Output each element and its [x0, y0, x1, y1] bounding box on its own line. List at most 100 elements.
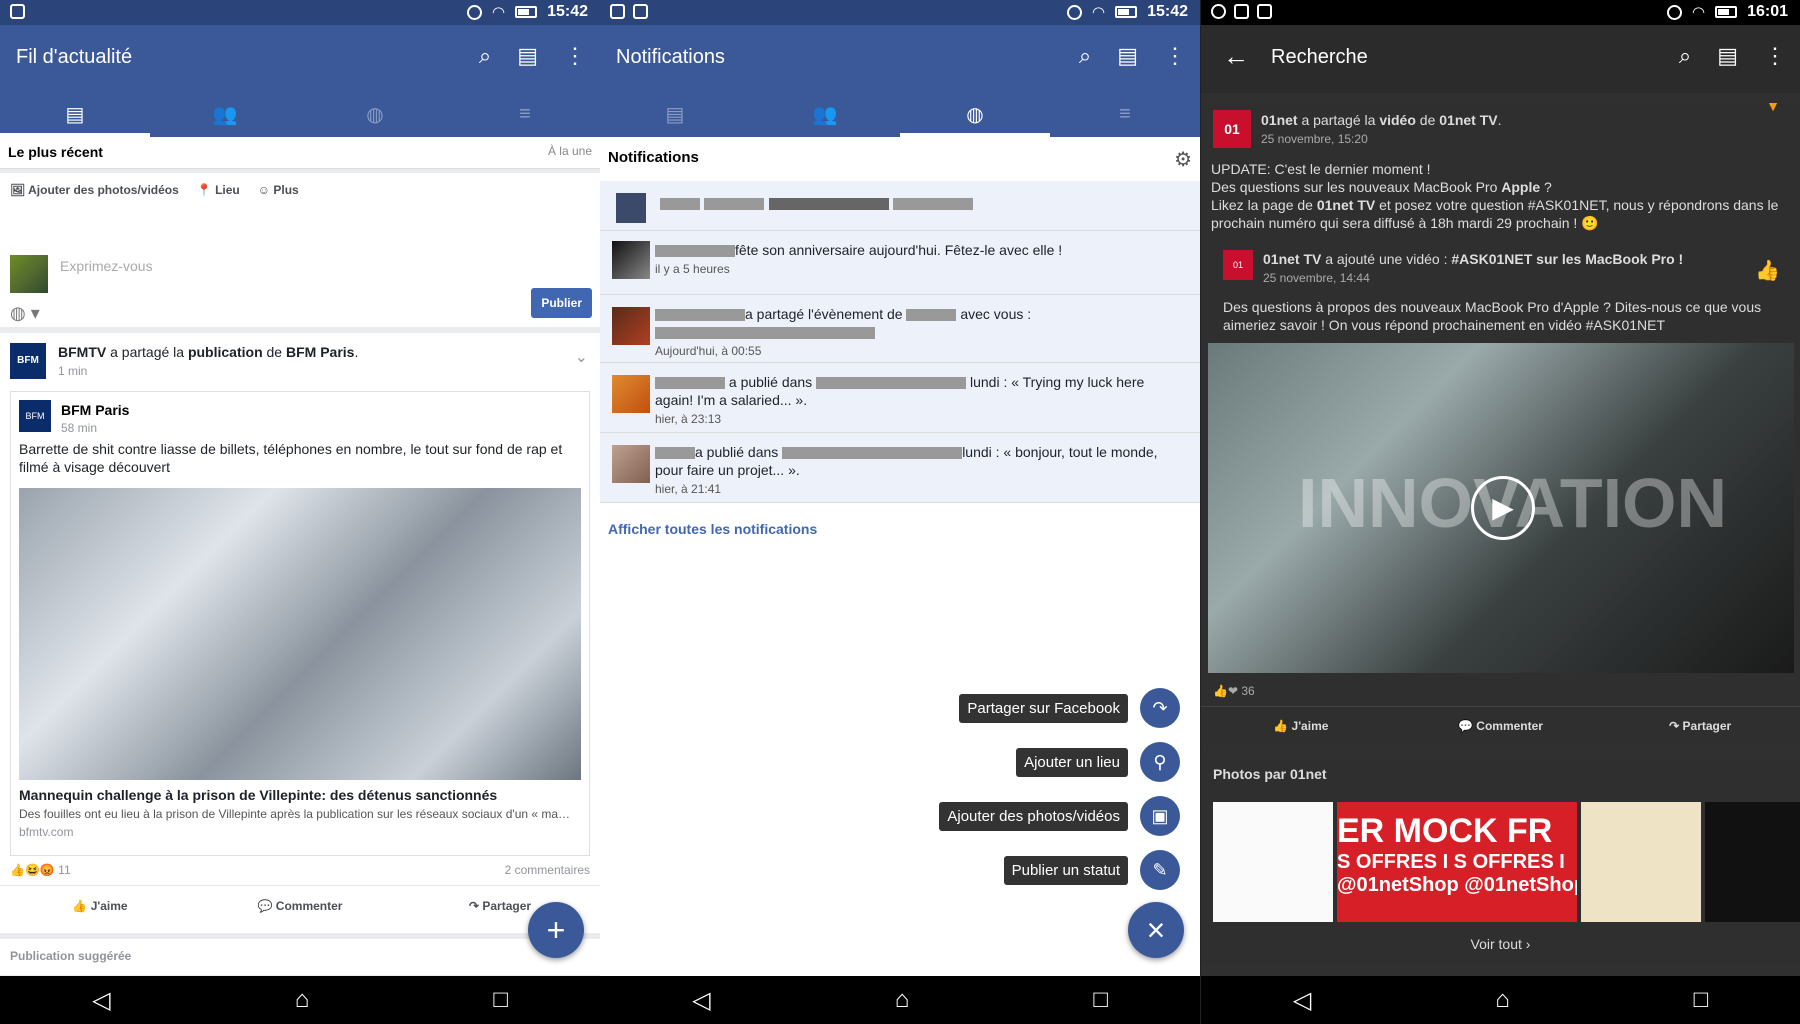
- photo-icon[interactable]: ▣: [1140, 796, 1180, 836]
- tab-friends[interactable]: 👥: [750, 91, 900, 137]
- tab-friends[interactable]: 👥: [150, 91, 300, 137]
- compose-icon[interactable]: ✎: [1140, 850, 1180, 890]
- back-icon[interactable]: ◁: [692, 986, 710, 1015]
- post-date: 25 novembre, 15:20: [1261, 132, 1368, 146]
- photo-thumb[interactable]: [1581, 802, 1701, 922]
- system-navbar: ◁ ⌂ □: [0, 976, 600, 1024]
- promo-text: S OFFRES I S OFFRES I: [1337, 851, 1565, 873]
- compose-fab[interactable]: +: [528, 902, 584, 958]
- recents-icon[interactable]: □: [1093, 986, 1108, 1014]
- place-button[interactable]: 📍 Lieu: [197, 183, 240, 197]
- wifi-icon: ◠: [491, 4, 506, 21]
- back-arrow-icon[interactable]: ←: [1223, 41, 1249, 72]
- reactions[interactable]: 👍😆😡 11: [10, 863, 71, 877]
- photo-thumb[interactable]: [1705, 802, 1800, 922]
- photo-thumb[interactable]: [1213, 802, 1333, 922]
- inner-author[interactable]: BFM Paris: [61, 402, 129, 418]
- search-icon[interactable]: ⌕: [479, 43, 491, 69]
- mention[interactable]: 01net TV: [1317, 197, 1375, 213]
- post-source[interactable]: BFM Paris: [286, 344, 354, 360]
- gear-icon[interactable]: ⚙: [1174, 147, 1192, 172]
- composer: 🖼 Ajouter des photos/vidéos 📍 Lieu ☺ Plu…: [0, 173, 600, 327]
- app-bar: ← Recherche ⌕ ▤ ⋮: [1201, 25, 1800, 93]
- search-icon[interactable]: ⌕: [1679, 43, 1691, 69]
- post-image[interactable]: [19, 488, 581, 780]
- home-icon[interactable]: ⌂: [295, 986, 310, 1014]
- privacy-icon[interactable]: ◍ ▾: [10, 303, 40, 324]
- close-fab[interactable]: ×: [1128, 902, 1184, 958]
- tab-notifications[interactable]: ◍: [900, 91, 1050, 137]
- add-place-item[interactable]: Ajouter un lieu ⚲: [1016, 742, 1180, 782]
- tab-notifications[interactable]: ◍: [300, 91, 450, 137]
- video-thumbnail[interactable]: INNOVATION ▶: [1208, 343, 1794, 673]
- avatar: [612, 307, 650, 345]
- publish-status-item[interactable]: Publier un statut ✎: [1003, 850, 1180, 890]
- share-on-facebook-item[interactable]: Partager sur Facebook ↷: [959, 688, 1180, 728]
- mention[interactable]: Apple: [1501, 179, 1540, 195]
- image-icon: [610, 4, 625, 19]
- home-icon[interactable]: ⌂: [895, 986, 910, 1014]
- share-button[interactable]: ↷ Partager: [1600, 707, 1800, 746]
- sort-right[interactable]: À la une: [548, 144, 592, 158]
- link-title[interactable]: Mannequin challenge à la prison de Ville…: [19, 787, 579, 803]
- dnd-icon: [466, 4, 482, 20]
- notification-item[interactable]: a partagé l'évènement de avec vous : Aujo…: [600, 295, 1200, 363]
- like-icon[interactable]: 👍: [1755, 258, 1780, 283]
- notification-item[interactable]: a publié dans lundi : « bonjour, tout le…: [600, 433, 1200, 503]
- back-icon[interactable]: ◁: [92, 986, 110, 1015]
- post-period: .: [1497, 112, 1502, 128]
- messenger-icon[interactable]: ▤: [1717, 43, 1738, 69]
- post-author[interactable]: 01net: [1261, 112, 1298, 128]
- status-input[interactable]: Exprimez-vous: [60, 258, 153, 274]
- see-all-notifications-link[interactable]: Afficher toutes les notifications: [608, 521, 817, 537]
- publish-button[interactable]: Publier: [531, 288, 592, 318]
- tab-menu[interactable]: ≡: [1050, 91, 1200, 137]
- back-icon[interactable]: ◁: [1293, 986, 1311, 1015]
- shared-post[interactable]: BFM BFM Paris 58 min Barrette de shit co…: [10, 391, 590, 856]
- recents-icon[interactable]: □: [1694, 986, 1709, 1014]
- tab-news-feed[interactable]: ▤: [600, 91, 750, 137]
- add-photos-item[interactable]: Ajouter des photos/vidéos ▣: [939, 796, 1180, 836]
- sort-bar[interactable]: Le plus récent À la une: [0, 137, 600, 169]
- notification-item-redacted[interactable]: [600, 181, 1200, 231]
- more-icon[interactable]: ⋮: [1764, 43, 1786, 69]
- photo-thumb[interactable]: ER MOCK FR S OFFRES I S OFFRES I @01netS…: [1337, 802, 1577, 922]
- notification-item[interactable]: fête son anniversaire aujourd'hui. Fêtez…: [600, 231, 1200, 295]
- comments-count[interactable]: 2 commentaires: [505, 863, 590, 877]
- comment-button[interactable]: 💬 Commenter: [1401, 707, 1601, 746]
- like-button[interactable]: 👍 J'aime: [0, 886, 200, 925]
- share-icon[interactable]: ↷: [1140, 688, 1180, 728]
- more-icon[interactable]: ⋮: [1164, 43, 1186, 69]
- tab-menu[interactable]: ≡: [450, 91, 600, 137]
- messenger-icon[interactable]: ▤: [1117, 43, 1138, 69]
- avatar: [612, 375, 650, 413]
- post-text-line: UPDATE: C'est le dernier moment !: [1211, 161, 1431, 177]
- location-icon[interactable]: ⚲: [1140, 742, 1180, 782]
- recents-icon[interactable]: □: [493, 986, 508, 1014]
- more-icon[interactable]: ⋮: [564, 43, 586, 69]
- notification-item[interactable]: a publié dans lundi : « Trying my luck h…: [600, 363, 1200, 433]
- inner-author[interactable]: 01net TV: [1263, 251, 1321, 267]
- add-photos-button[interactable]: 🖼 Ajouter des photos/vidéos: [10, 183, 179, 197]
- page-title: Recherche: [1271, 46, 1368, 68]
- play-icon[interactable]: ▶: [1471, 476, 1535, 540]
- see-all-link[interactable]: Voir tout ›: [1201, 936, 1800, 952]
- more-button[interactable]: ☺ Plus: [258, 183, 299, 197]
- inner-title[interactable]: #ASK01NET sur les MacBook Pro !: [1451, 251, 1683, 267]
- section-title: Notifications: [608, 149, 699, 166]
- bookmark-icon[interactable]: ▼: [1766, 98, 1780, 114]
- like-button[interactable]: 👍 J'aime: [1201, 707, 1401, 746]
- reactions[interactable]: 👍❤ 36: [1213, 684, 1255, 698]
- home-icon[interactable]: ⌂: [1495, 986, 1510, 1014]
- post-author[interactable]: BFMTV: [58, 344, 106, 360]
- tab-bar: ▤ 👥 ◍ ≡: [0, 91, 600, 137]
- messenger-icon[interactable]: ▤: [517, 43, 538, 69]
- link-domain: bfmtv.com: [19, 825, 74, 839]
- search-icon[interactable]: ⌕: [1079, 43, 1091, 69]
- tab-news-feed[interactable]: ▤: [0, 91, 150, 137]
- lock-icon: [1257, 4, 1272, 19]
- post-source[interactable]: 01net TV: [1439, 112, 1497, 128]
- post-type: vidéo: [1379, 112, 1416, 128]
- comment-button[interactable]: 💬 Commenter: [200, 886, 400, 925]
- chevron-down-icon[interactable]: ⌄: [575, 347, 588, 367]
